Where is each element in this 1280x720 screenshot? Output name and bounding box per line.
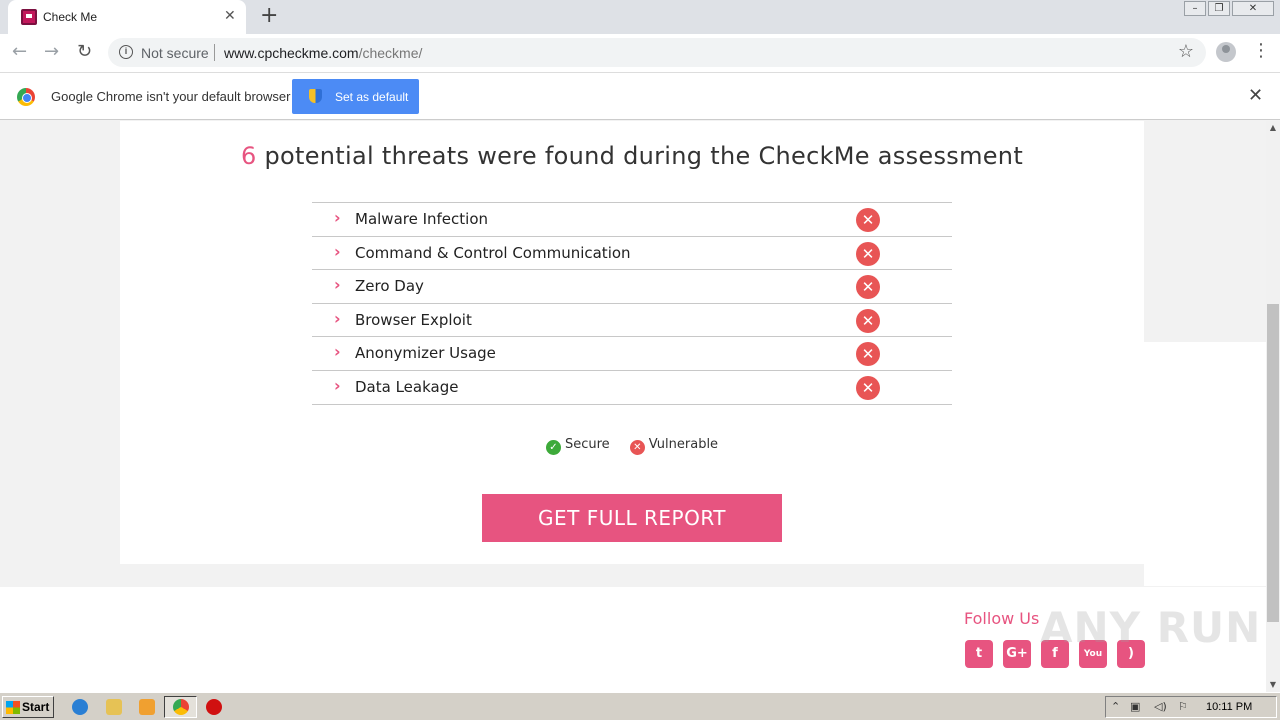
profile-avatar-icon[interactable] bbox=[1216, 42, 1236, 62]
legend-secure-label: Secure bbox=[564, 437, 610, 452]
infobar-message: Google Chrome isn't your default browser bbox=[51, 89, 291, 104]
set-as-default-button[interactable]: Set as default bbox=[292, 79, 419, 114]
legend-secure: ✓ Secure bbox=[545, 437, 610, 455]
threat-row[interactable]: › Command & Control Communication ✕ bbox=[312, 237, 952, 271]
chrome-logo-icon bbox=[17, 88, 35, 106]
address-bar[interactable]: i Not secure www.cpcheckme.com/checkme/ … bbox=[108, 38, 1206, 67]
legend-vulnerable: ✕ Vulnerable bbox=[629, 437, 719, 455]
chevron-right-icon: › bbox=[334, 241, 341, 261]
start-button[interactable]: Start bbox=[2, 696, 54, 718]
status-legend: ✓ Secure ✕ Vulnerable bbox=[120, 437, 1144, 455]
tab-close-icon[interactable]: ✕ bbox=[224, 8, 236, 24]
infobar-close-icon[interactable]: ✕ bbox=[1248, 86, 1263, 106]
legend-vulnerable-label: Vulnerable bbox=[648, 437, 719, 452]
chevron-right-icon: › bbox=[334, 208, 341, 227]
vulnerable-x-icon: ✕ bbox=[856, 375, 880, 400]
system-tray: ⌃ ▣ ◁) ⚐ 10:11 PM bbox=[1105, 696, 1277, 718]
scroll-up-arrow-icon[interactable]: ▲ bbox=[1266, 121, 1280, 135]
tray-expand-icon[interactable]: ⌃ bbox=[1111, 700, 1120, 714]
get-full-report-button[interactable]: GET FULL REPORT bbox=[482, 494, 782, 542]
reload-icon[interactable]: ↻ bbox=[77, 42, 92, 62]
minimize-button[interactable]: – bbox=[1184, 1, 1206, 16]
network-icon[interactable]: ▣ bbox=[1130, 700, 1140, 714]
vulnerable-x-icon: ✕ bbox=[856, 275, 880, 300]
google-plus-icon[interactable]: G+ bbox=[1003, 640, 1031, 668]
action-center-flag-icon[interactable]: ⚐ bbox=[1178, 700, 1188, 714]
vulnerable-x-icon: ✕ bbox=[856, 342, 880, 367]
uac-shield-icon bbox=[309, 89, 322, 103]
threat-row[interactable]: › Browser Exploit ✕ bbox=[312, 304, 952, 338]
x-icon: ✕ bbox=[629, 440, 645, 455]
taskbar-chrome-button[interactable] bbox=[164, 696, 197, 718]
page-scrollbar[interactable]: ▲ ▼ bbox=[1266, 121, 1280, 692]
chevron-right-icon: › bbox=[334, 275, 341, 295]
tab-strip: Check Me ✕ + – ❐ ✕ bbox=[0, 0, 1280, 34]
file-explorer-icon[interactable] bbox=[106, 699, 122, 715]
results-card: 6 potential threats were found during th… bbox=[120, 121, 1144, 564]
threat-row[interactable]: › Anonymizer Usage ✕ bbox=[312, 337, 952, 371]
anyrun-watermark: ANY RUN bbox=[1040, 603, 1262, 652]
set-as-default-label: Set as default bbox=[335, 90, 409, 104]
check-icon: ✓ bbox=[545, 440, 561, 455]
security-alert-icon[interactable] bbox=[206, 699, 222, 715]
bookmark-star-icon[interactable]: ☆ bbox=[1178, 41, 1194, 62]
address-divider bbox=[214, 44, 215, 61]
url-host: www.cpcheckme.com bbox=[224, 45, 359, 61]
start-label: Start bbox=[22, 700, 50, 714]
chevron-right-icon: › bbox=[334, 308, 341, 328]
vulnerable-x-icon: ✕ bbox=[856, 308, 880, 333]
restore-button[interactable]: ❐ bbox=[1208, 1, 1230, 16]
threat-row[interactable]: › Data Leakage ✕ bbox=[312, 371, 952, 405]
volume-icon[interactable]: ◁) bbox=[1154, 700, 1167, 714]
page-footer: Follow Us t G+ f You ) ANY RUN bbox=[0, 587, 1266, 692]
new-tab-button[interactable]: + bbox=[260, 4, 278, 28]
chrome-menu-icon[interactable]: ⋮ bbox=[1252, 41, 1270, 61]
threat-list: › Malware Infection ✕ › Command & Contro… bbox=[312, 202, 952, 405]
forward-arrow-icon[interactable]: → bbox=[44, 42, 59, 62]
page-headline: 6 potential threats were found during th… bbox=[120, 142, 1144, 170]
background-panel bbox=[1144, 342, 1266, 586]
page-viewport: 6 potential threats were found during th… bbox=[0, 121, 1266, 692]
url-path: /checkme/ bbox=[358, 45, 423, 61]
security-label: Not secure bbox=[141, 45, 209, 61]
scroll-down-arrow-icon[interactable]: ▼ bbox=[1266, 678, 1280, 692]
vulnerable-x-icon: ✕ bbox=[856, 241, 880, 266]
default-browser-infobar: Google Chrome isn't your default browser… bbox=[0, 72, 1280, 120]
threat-label: Malware Infection bbox=[355, 210, 489, 228]
threat-row[interactable]: › Zero Day ✕ bbox=[312, 270, 952, 304]
back-arrow-icon[interactable]: ← bbox=[12, 42, 27, 62]
chrome-taskbar-icon bbox=[173, 699, 189, 715]
threat-label: Browser Exploit bbox=[355, 310, 472, 329]
close-window-button[interactable]: ✕ bbox=[1232, 1, 1274, 16]
threat-label: Command & Control Communication bbox=[355, 243, 631, 262]
threat-label: Zero Day bbox=[355, 277, 424, 296]
tab-check-me[interactable]: Check Me ✕ bbox=[8, 0, 246, 34]
threat-label: Data Leakage bbox=[355, 377, 459, 396]
twitter-icon[interactable]: t bbox=[965, 640, 993, 668]
windows-taskbar: Start ⌃ ▣ ◁) ⚐ 10:11 PM bbox=[0, 692, 1280, 720]
threat-count: 6 bbox=[240, 142, 257, 170]
chevron-right-icon: › bbox=[334, 375, 341, 395]
media-player-icon[interactable] bbox=[139, 699, 155, 715]
threat-label: Anonymizer Usage bbox=[355, 344, 496, 363]
vulnerable-x-icon: ✕ bbox=[856, 208, 880, 232]
chevron-right-icon: › bbox=[334, 342, 341, 362]
windows-logo-icon bbox=[6, 701, 20, 714]
threat-row[interactable]: › Malware Infection ✕ bbox=[312, 203, 952, 237]
headline-text: potential threats were found during the … bbox=[264, 142, 1024, 170]
info-icon[interactable]: i bbox=[119, 45, 133, 59]
taskbar-clock[interactable]: 10:11 PM bbox=[1206, 701, 1252, 713]
site-favicon-icon bbox=[21, 9, 37, 25]
internet-explorer-icon[interactable] bbox=[72, 699, 88, 715]
follow-us-heading: Follow Us bbox=[964, 609, 1040, 628]
url-text[interactable]: www.cpcheckme.com/checkme/ bbox=[224, 45, 422, 61]
tab-title: Check Me bbox=[43, 10, 98, 24]
browser-toolbar: ← → ↻ i Not secure www.cpcheckme.com/che… bbox=[0, 34, 1280, 72]
scrollbar-thumb[interactable] bbox=[1267, 304, 1279, 622]
